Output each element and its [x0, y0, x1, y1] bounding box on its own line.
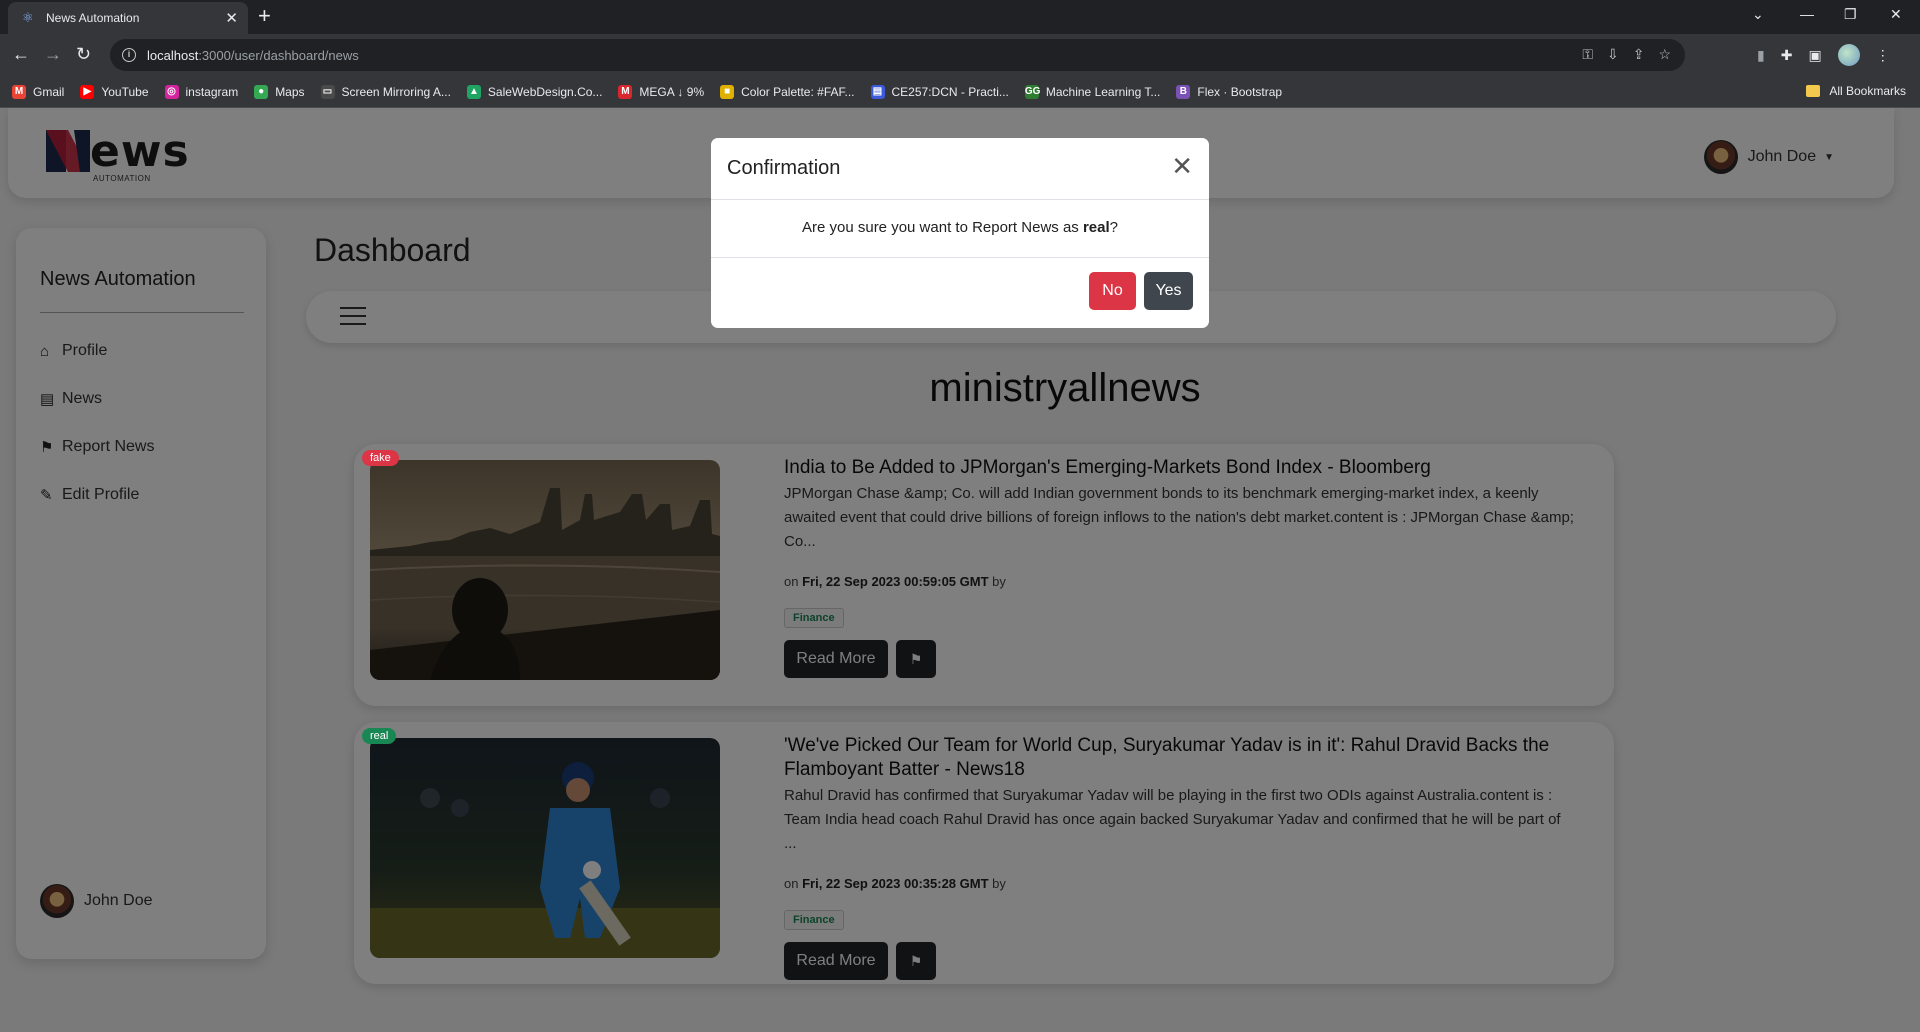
drive-icon: ▲	[466, 84, 481, 99]
kebab-menu-icon[interactable]: ⋮	[1876, 47, 1890, 64]
status-badge: fake	[362, 450, 399, 466]
screen-mirroring-icon: ▭	[320, 84, 335, 99]
bookmark-label: SaleWebDesign.Co...	[487, 84, 603, 99]
no-button[interactable]: No	[1089, 272, 1136, 310]
sidepanel-icon[interactable]: ▣	[1808, 47, 1821, 64]
folder-icon	[1806, 85, 1821, 97]
bookmarks-bar: M Gmail ▶ YouTube ◎ instagram ● Maps ▭ Screen Mir…	[0, 76, 1920, 108]
bookmark-item[interactable]: M Gmail	[12, 84, 65, 99]
bookmark-item[interactable]: ▲ SaleWebDesign.Co...	[466, 84, 603, 99]
bookmark-item[interactable]: GG Machine Learning T...	[1024, 84, 1161, 99]
react-icon: ⚛	[22, 10, 34, 25]
modal-question-emphasis: real	[1082, 219, 1110, 236]
close-tab-icon[interactable]: ✕	[225, 9, 238, 27]
bookmark-item[interactable]: ■ Color Palette: #FAF...	[720, 84, 855, 99]
maps-icon: ●	[254, 84, 269, 99]
ml-icon: GG	[1024, 84, 1041, 99]
forward-icon[interactable]: →	[44, 43, 62, 65]
bookmark-item[interactable]: ▭ Screen Mirroring A...	[320, 84, 451, 99]
share-icon[interactable]: ⇪	[1633, 46, 1645, 63]
install-icon[interactable]: ⇩	[1607, 46, 1619, 63]
bookmark-item[interactable]: ● Maps	[254, 84, 305, 99]
modal-footer: No Yes	[711, 258, 1209, 328]
bookmark-item[interactable]: M MEGA ↓ 9%	[618, 84, 705, 99]
bookmark-label: YouTube	[101, 84, 149, 99]
bookmark-item[interactable]: ▶ YouTube	[80, 84, 149, 99]
youtube-icon: ▶	[80, 84, 95, 99]
modal-header: Confirmation ✕	[711, 138, 1209, 200]
modal-body: Are you sure you want to Report News as …	[711, 200, 1209, 258]
yes-button[interactable]: Yes	[1144, 272, 1193, 310]
bookmark-label: Maps	[275, 84, 305, 99]
all-bookmarks[interactable]: All Bookmarks	[1806, 84, 1906, 98]
address-bar[interactable]: i localhost:3000/user/dashboard/news ⚿ ⇩…	[110, 39, 1685, 71]
browser-tab[interactable]: ⚛ News Automation ✕	[8, 2, 248, 34]
back-icon[interactable]: ←	[12, 43, 30, 65]
bookmark-label: MEGA ↓ 9%	[639, 84, 705, 99]
bookmark-label: instagram	[185, 84, 239, 99]
new-tab-icon[interactable]: +	[258, 5, 271, 27]
modal-title: Confirmation	[727, 157, 841, 179]
bookmark-label: Screen Mirroring A...	[341, 84, 451, 99]
bookmark-label: Machine Learning T...	[1045, 84, 1161, 99]
modal-question: Are you sure you want to Report News as	[801, 219, 1083, 236]
browser-toolbar: ← → ↻ i localhost:3000/user/dashboard/ne…	[0, 34, 1920, 76]
minimize-icon[interactable]: —	[1800, 6, 1814, 22]
profile-avatar[interactable]	[1837, 44, 1860, 66]
classroom-icon: ▤	[870, 84, 885, 99]
close-icon[interactable]: ✕	[1171, 153, 1193, 179]
gmail-icon: M	[12, 84, 26, 99]
mega-icon: M	[618, 84, 633, 99]
url-text: localhost:3000/user/dashboard/news	[147, 47, 359, 63]
bookmark-item[interactable]: ▤ CE257:DCN - Practi...	[870, 84, 1009, 99]
key-icon[interactable]: ⚿	[1582, 46, 1593, 63]
site-info-icon[interactable]: i	[122, 48, 136, 62]
bookmark-item[interactable]: ◎ instagram	[164, 84, 239, 99]
reload-icon[interactable]: ↻	[76, 43, 91, 65]
tab-title: News Automation	[46, 11, 140, 25]
star-icon[interactable]: ☆	[1658, 46, 1671, 63]
bootstrap-icon: B	[1176, 84, 1191, 99]
restore-icon[interactable]: ❐	[1844, 6, 1857, 23]
bookmark-label: Flex · Bootstrap	[1197, 84, 1283, 99]
bookmark-item[interactable]: B Flex · Bootstrap	[1176, 84, 1283, 99]
color-palette-icon: ■	[720, 84, 735, 99]
extension-icon[interactable]: ▮	[1757, 47, 1765, 64]
status-badge: real	[362, 728, 397, 744]
instagram-icon: ◎	[164, 84, 179, 99]
confirmation-modal: Confirmation ✕ Are you sure you want to …	[711, 138, 1209, 328]
bookmark-label: Color Palette: #FAF...	[741, 84, 855, 99]
bookmark-label: CE257:DCN - Practi...	[891, 84, 1009, 99]
puzzle-icon[interactable]: ✚	[1781, 47, 1793, 64]
browser-tabstrip: ⚛ News Automation ✕ + ⌄ — ❐ ✕	[0, 0, 1920, 34]
bookmark-label: Gmail	[33, 84, 65, 99]
close-window-icon[interactable]: ✕	[1890, 6, 1902, 23]
tab-search-icon[interactable]: ⌄	[1752, 6, 1764, 23]
